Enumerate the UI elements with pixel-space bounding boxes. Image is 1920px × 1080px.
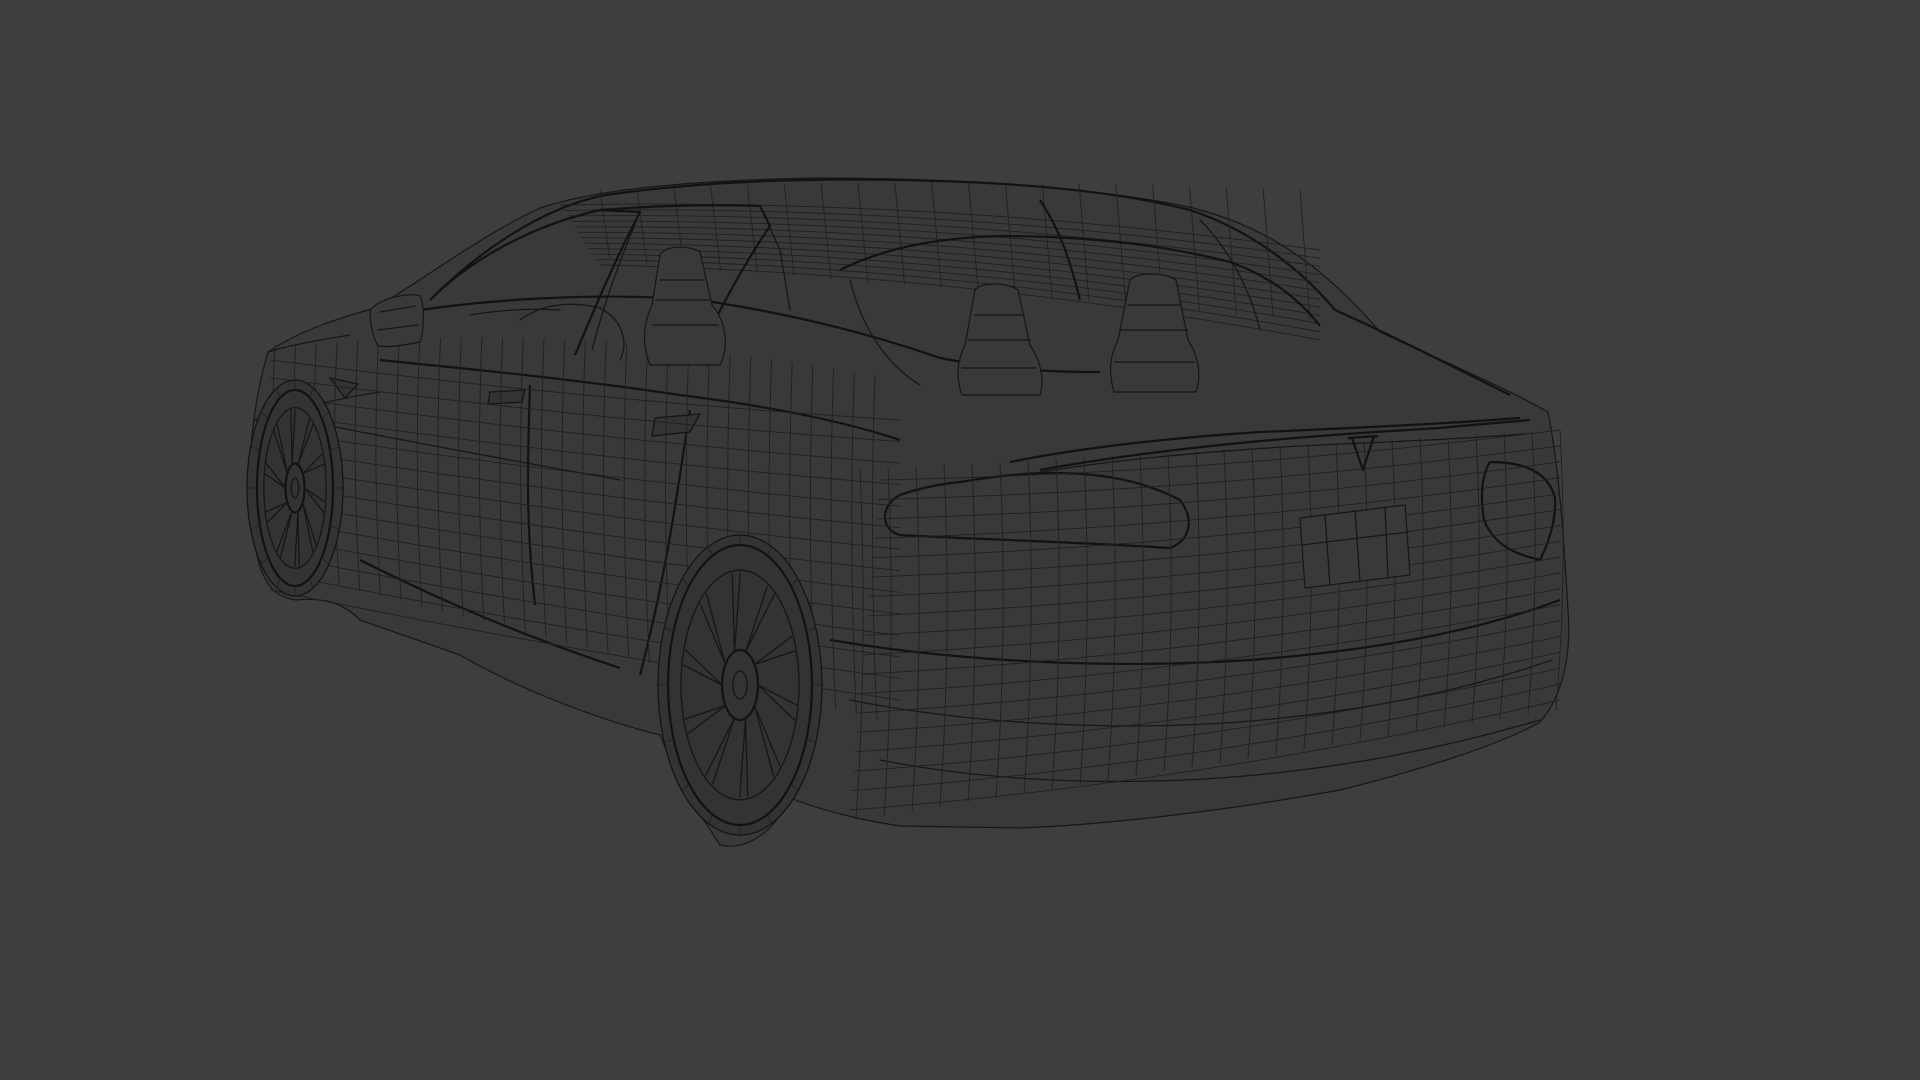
- 3d-viewport[interactable]: [0, 0, 1920, 1080]
- car-wireframe-model[interactable]: [0, 0, 1920, 1080]
- rear-wheel: [657, 534, 823, 836]
- side-mirror: [369, 294, 424, 348]
- license-plate: [1299, 504, 1411, 589]
- front-wheel: [246, 379, 344, 597]
